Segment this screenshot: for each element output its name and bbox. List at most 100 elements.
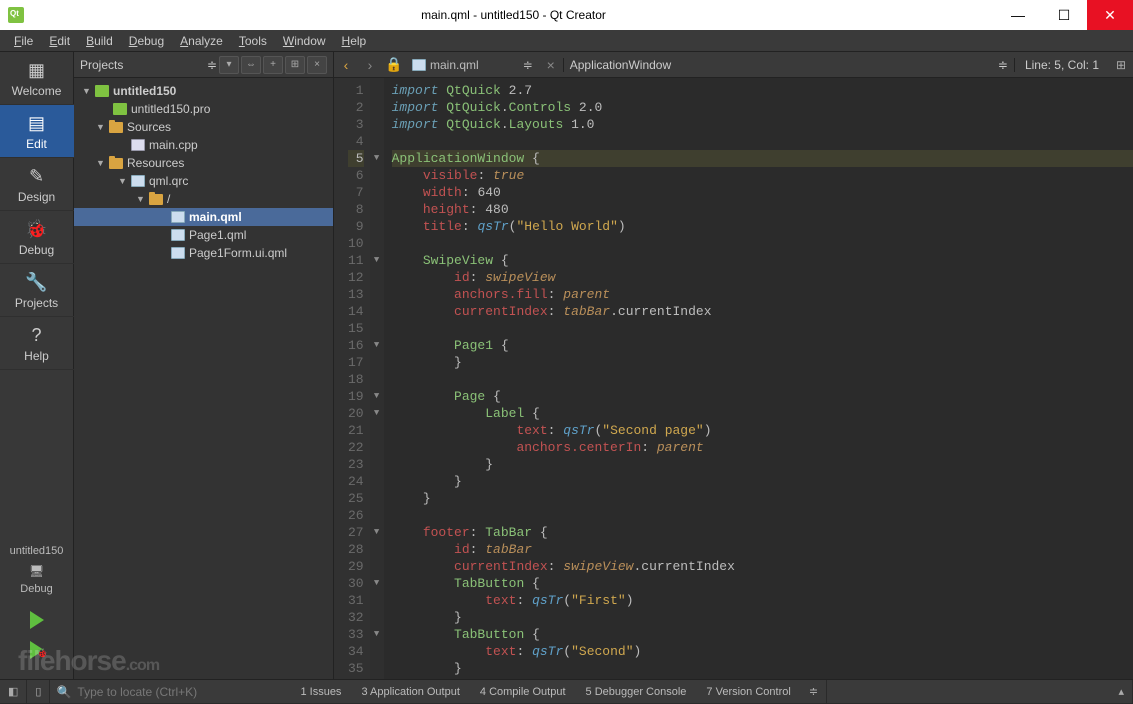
menu-window[interactable]: Window: [275, 31, 334, 51]
link-button[interactable]: ⇔: [241, 56, 261, 74]
fold-marker[interactable]: [370, 116, 384, 133]
line-number[interactable]: 32: [348, 609, 364, 626]
fold-marker[interactable]: ▼: [370, 150, 384, 167]
fold-marker[interactable]: [370, 507, 384, 524]
fold-marker[interactable]: ▼: [370, 626, 384, 643]
tree-item[interactable]: ▼qml.qrc: [74, 172, 333, 190]
fold-marker[interactable]: [370, 218, 384, 235]
line-number[interactable]: 28: [348, 541, 364, 558]
fold-marker[interactable]: [370, 303, 384, 320]
output-tab[interactable]: 7 Version Control: [696, 686, 800, 698]
code-line[interactable]: }: [392, 490, 1133, 507]
line-number[interactable]: 25: [348, 490, 364, 507]
run-button[interactable]: [0, 605, 74, 635]
code-line[interactable]: }: [392, 660, 1133, 677]
line-number[interactable]: 22: [348, 439, 364, 456]
fold-marker[interactable]: [370, 422, 384, 439]
line-number[interactable]: 16: [348, 337, 364, 354]
menu-file[interactable]: File: [6, 31, 41, 51]
line-number[interactable]: 33: [348, 626, 364, 643]
line-number-gutter[interactable]: 1234567891011121314151617181920212223242…: [334, 78, 370, 679]
line-number[interactable]: 29: [348, 558, 364, 575]
close-file-button[interactable]: ×: [539, 52, 563, 78]
tree-item[interactable]: ▼untitled150: [74, 82, 333, 100]
projects-selector[interactable]: Projects ≑: [80, 58, 217, 72]
line-number[interactable]: 24: [348, 473, 364, 490]
nav-forward-button[interactable]: ›: [358, 52, 382, 78]
cursor-position[interactable]: Line: 5, Col: 1: [1014, 58, 1109, 72]
expander-icon[interactable]: ▼: [118, 176, 130, 186]
fold-marker[interactable]: ▼: [370, 575, 384, 592]
locator[interactable]: 🔍 Type to locate (Ctrl+K): [50, 685, 290, 699]
code-line[interactable]: }: [392, 456, 1133, 473]
fold-marker[interactable]: ▼: [370, 252, 384, 269]
progress-button[interactable]: ▴: [1110, 680, 1133, 704]
fold-marker[interactable]: [370, 167, 384, 184]
toggle-sidebar-button[interactable]: ◧: [0, 680, 27, 704]
minimize-button[interactable]: —: [995, 0, 1041, 30]
code-line[interactable]: text: qsTr("Second"): [392, 643, 1133, 660]
line-number[interactable]: 19: [348, 388, 364, 405]
split-editor-button[interactable]: ⊞: [1109, 58, 1133, 72]
mode-design[interactable]: ✎Design: [0, 158, 74, 211]
line-number[interactable]: 23: [348, 456, 364, 473]
line-number[interactable]: 14: [348, 303, 364, 320]
code-line[interactable]: text: qsTr("Second page"): [392, 422, 1133, 439]
line-number[interactable]: 35: [348, 660, 364, 677]
code-line[interactable]: id: swipeView: [392, 269, 1133, 286]
filter-button[interactable]: ▾: [219, 56, 239, 74]
code-line[interactable]: [392, 371, 1133, 388]
line-number[interactable]: 26: [348, 507, 364, 524]
code-line[interactable]: id: tabBar: [392, 541, 1133, 558]
add-button[interactable]: +: [263, 56, 283, 74]
fold-marker[interactable]: [370, 643, 384, 660]
menu-debug[interactable]: Debug: [121, 31, 172, 51]
line-number[interactable]: 31: [348, 592, 364, 609]
line-number[interactable]: 12: [348, 269, 364, 286]
code-content[interactable]: import QtQuick 2.7import QtQuick.Control…: [384, 78, 1133, 679]
expander-icon[interactable]: ▼: [136, 194, 148, 204]
code-line[interactable]: height: 480: [392, 201, 1133, 218]
code-line[interactable]: TabButton {: [392, 575, 1133, 592]
fold-column[interactable]: ▼▼▼▼▼▼▼▼: [370, 78, 384, 679]
close-panel-button[interactable]: ×: [307, 56, 327, 74]
mode-edit[interactable]: ▤Edit: [0, 105, 74, 158]
code-line[interactable]: import QtQuick 2.7: [392, 82, 1133, 99]
line-number[interactable]: 21: [348, 422, 364, 439]
project-tree[interactable]: ▼untitled150untitled150.pro▼Sourcesmain.…: [74, 78, 333, 679]
line-number[interactable]: 20: [348, 405, 364, 422]
line-number[interactable]: 4: [348, 133, 364, 150]
line-number[interactable]: 11: [348, 252, 364, 269]
fold-marker[interactable]: [370, 286, 384, 303]
tree-item[interactable]: ▼/: [74, 190, 333, 208]
line-number[interactable]: 17: [348, 354, 364, 371]
mode-help[interactable]: ?Help: [0, 317, 74, 370]
code-line[interactable]: [392, 235, 1133, 252]
output-menu-button[interactable]: ≑: [801, 680, 827, 704]
line-number[interactable]: 34: [348, 643, 364, 660]
line-number[interactable]: 3: [348, 116, 364, 133]
fold-marker[interactable]: [370, 609, 384, 626]
code-line[interactable]: Page {: [392, 388, 1133, 405]
line-number[interactable]: 13: [348, 286, 364, 303]
line-number[interactable]: 15: [348, 320, 364, 337]
fold-marker[interactable]: [370, 133, 384, 150]
code-line[interactable]: visible: true: [392, 167, 1133, 184]
code-line[interactable]: text: qsTr("First"): [392, 592, 1133, 609]
toggle-output-button[interactable]: ▯: [27, 680, 50, 704]
expander-icon[interactable]: ▼: [96, 158, 108, 168]
fold-marker[interactable]: [370, 354, 384, 371]
fold-marker[interactable]: [370, 660, 384, 677]
run-config[interactable]: untitled150 🖥 Debug: [0, 539, 74, 605]
mode-welcome[interactable]: ▦Welcome: [0, 52, 74, 105]
line-number[interactable]: 30: [348, 575, 364, 592]
fold-marker[interactable]: [370, 201, 384, 218]
expander-icon[interactable]: ▼: [96, 122, 108, 132]
line-number[interactable]: 18: [348, 371, 364, 388]
code-line[interactable]: SwipeView {: [392, 252, 1133, 269]
line-number[interactable]: 10: [348, 235, 364, 252]
fold-marker[interactable]: [370, 473, 384, 490]
fold-marker[interactable]: [370, 320, 384, 337]
code-line[interactable]: width: 640: [392, 184, 1133, 201]
fold-marker[interactable]: [370, 99, 384, 116]
